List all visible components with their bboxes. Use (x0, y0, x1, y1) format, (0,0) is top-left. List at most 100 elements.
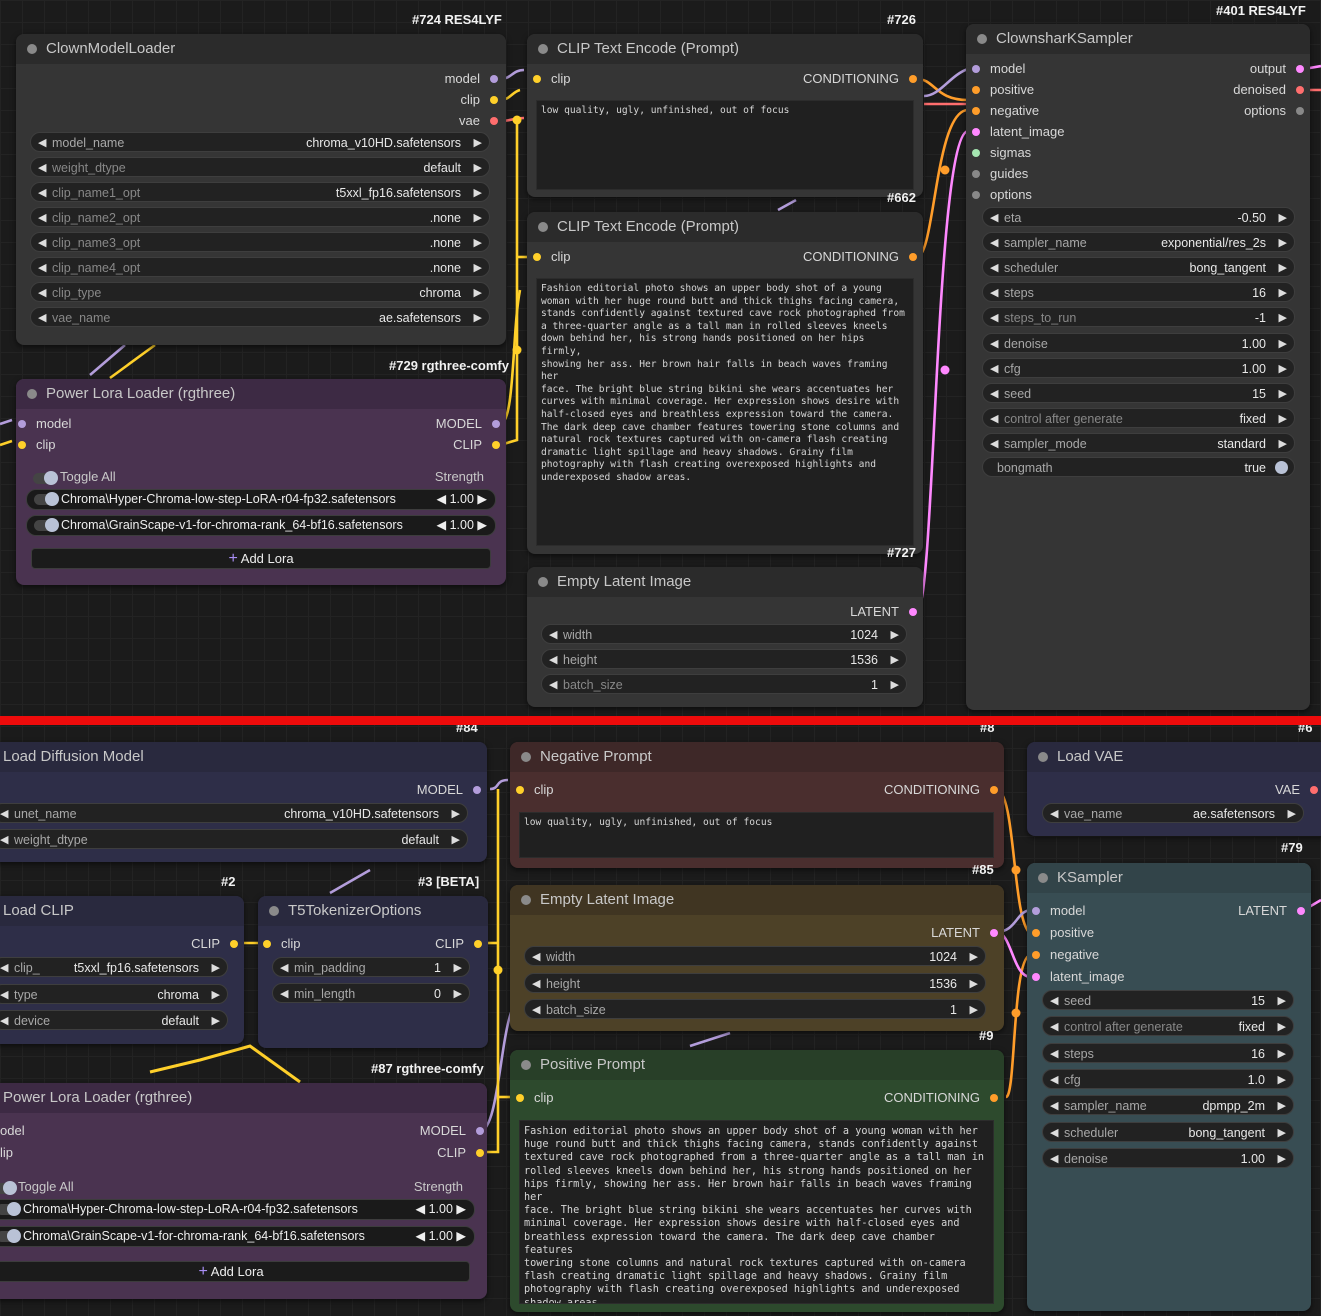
power-lora-loader-node[interactable]: Power Lora Loader (rgthree) odel lip MOD… (0, 1083, 487, 1299)
collapse-dot-icon[interactable] (269, 906, 279, 916)
widget-sampler-name[interactable]: ◀ sampler_name exponential/res_2s ▶ (982, 232, 1295, 253)
chevron-right-icon[interactable]: ▶ (212, 985, 220, 1005)
chevron-left-icon[interactable]: ◀ (1050, 1017, 1058, 1037)
strength-stepper[interactable]: ◀ 1.00 ▶ (415, 1227, 466, 1246)
chevron-right-icon[interactable]: ▶ (474, 283, 482, 303)
chevron-right-icon[interactable]: ▶ (1279, 434, 1287, 454)
widget-steps[interactable]: ◀ steps 16 ▶ (1042, 1042, 1294, 1064)
output-model[interactable]: model (445, 71, 498, 87)
input-negative[interactable]: negative (1032, 947, 1099, 963)
chevron-left-icon[interactable]: ◀ (532, 1000, 540, 1020)
widget-control-after-generate[interactable]: ◀ control after generate fixed ▶ (1042, 1016, 1294, 1037)
output-conditioning[interactable]: CONDITIONING (803, 249, 917, 265)
chevron-left-icon[interactable]: ◀ (532, 974, 540, 994)
output-conditioning[interactable]: CONDITIONING (884, 1090, 998, 1106)
strength-stepper[interactable]: ◀ 1.00 ▶ (436, 516, 487, 535)
load-clip-node[interactable]: Load CLIP CLIP ◀ clip_ t5xxl_fp16.safetens… (0, 896, 244, 1044)
empty-latent-image-node[interactable]: Empty Latent Image LATENT ◀ width 1024 ▶ ◀ he… (527, 567, 923, 707)
chevron-right-icon[interactable]: ▶ (1278, 1044, 1286, 1064)
chevron-right-icon[interactable]: ▶ (474, 233, 482, 253)
collapse-dot-icon[interactable] (538, 222, 548, 232)
widget-min-length[interactable]: ◀ min_length 0 ▶ (272, 983, 470, 1003)
chevron-right-icon[interactable]: ▶ (970, 974, 978, 994)
chevron-right-icon[interactable]: ▶ (1279, 384, 1287, 404)
output-vae[interactable]: VAE (1275, 782, 1318, 798)
bongmath-toggle[interactable]: bongmath true (982, 457, 1295, 477)
output-clip[interactable]: CLIP (437, 1145, 484, 1161)
chevron-left-icon[interactable]: ◀ (990, 283, 998, 303)
chevron-right-icon[interactable]: ▶ (1279, 334, 1287, 354)
widget-scheduler[interactable]: ◀ scheduler bong_tangent ▶ (1042, 1121, 1294, 1142)
collapse-dot-icon[interactable] (538, 577, 548, 587)
widget-control-after-generate[interactable]: ◀ control after generate fixed ▶ (982, 407, 1295, 429)
chevron-right-icon[interactable]: ▶ (1288, 804, 1296, 824)
chevron-right-icon[interactable]: ▶ (1279, 233, 1287, 253)
input-model[interactable]: model (1032, 903, 1085, 919)
chevron-left-icon[interactable]: ◀ (38, 308, 46, 328)
chevron-left-icon[interactable]: ◀ (38, 158, 46, 178)
chevron-left-icon[interactable]: ◀ (38, 258, 46, 278)
widget-model-name[interactable]: ◀ model_name chroma_v10HD.safetensors ▶ (30, 132, 490, 152)
chevron-right-icon[interactable]: ▶ (1279, 283, 1287, 303)
chevron-left-icon[interactable]: ◀ (990, 434, 998, 454)
widget-width[interactable]: ◀ width 1024 ▶ (524, 946, 986, 966)
chevron-left-icon[interactable]: ◀ (38, 133, 46, 153)
chevron-left-icon[interactable]: ◀ (1050, 1096, 1058, 1116)
widget-clip-name2-opt[interactable]: ◀ clip_name2_opt .none ▶ (30, 207, 490, 227)
output-latent[interactable]: LATENT (1238, 903, 1305, 919)
chevron-right-icon[interactable]: ▶ (1279, 308, 1287, 328)
collapse-dot-icon[interactable] (1038, 752, 1048, 762)
prompt-textarea[interactable]: Fashion editorial photo shows an upper b… (519, 1120, 994, 1304)
collapse-dot-icon[interactable] (27, 44, 37, 54)
chevron-left-icon[interactable]: ◀ (990, 208, 998, 228)
widget-seed[interactable]: ◀ seed 15 ▶ (982, 382, 1295, 404)
clown-model-loader-node[interactable]: ClownModelLoader model clip vae ◀ model_n… (16, 34, 506, 345)
widget-scheduler[interactable]: ◀ scheduler bong_tangent ▶ (982, 257, 1295, 278)
collapse-dot-icon[interactable] (27, 389, 37, 399)
output-options[interactable]: options (1244, 103, 1304, 119)
input-options[interactable]: options (972, 187, 1032, 203)
add-lora-button[interactable]: + Add Lora (31, 548, 491, 569)
output-denoised[interactable]: denoised (1233, 82, 1304, 98)
input-sigmas[interactable]: sigmas (972, 145, 1031, 161)
widget-denoise[interactable]: ◀ denoise 1.00 ▶ (982, 332, 1295, 354)
widget-weight-dtype[interactable]: ◀ weight_dtype default ▶ (0, 829, 468, 849)
chevron-left-icon[interactable]: ◀ (1050, 991, 1058, 1011)
input-clip[interactable]: clip (533, 71, 571, 87)
output-latent[interactable]: LATENT (931, 925, 998, 941)
chevron-right-icon[interactable]: ▶ (452, 830, 460, 850)
widget-steps-to-run[interactable]: ◀ steps_to_run -1 ▶ (982, 307, 1295, 328)
prompt-textarea[interactable]: low quality, ugly, unfinished, out of fo… (536, 100, 914, 190)
chevron-left-icon[interactable]: ◀ (1050, 804, 1058, 824)
clip-text-encode-negative-node[interactable]: CLIP Text Encode (Prompt) clip CONDITION… (527, 34, 923, 197)
chevron-left-icon[interactable]: ◀ (990, 409, 998, 429)
chevron-right-icon[interactable]: ▶ (474, 308, 482, 328)
chevron-left-icon[interactable]: ◀ (549, 675, 557, 695)
collapse-dot-icon[interactable] (538, 44, 548, 54)
output-model[interactable]: MODEL (417, 782, 481, 798)
input-positive[interactable]: positive (1032, 925, 1094, 941)
toggle-all-switch[interactable] (0, 1181, 17, 1195)
widget-device[interactable]: ◀ device default ▶ (0, 1010, 228, 1030)
widget-unet-name[interactable]: ◀ unet_name chroma_v10HD.safetensors ▶ (0, 803, 468, 823)
chevron-left-icon[interactable]: ◀ (990, 258, 998, 278)
input-clip[interactable]: clip (516, 1090, 554, 1106)
input-clip[interactable]: clip (18, 437, 56, 453)
input-model[interactable]: model (972, 61, 1025, 77)
chevron-right-icon[interactable]: ▶ (474, 258, 482, 278)
collapse-dot-icon[interactable] (1038, 873, 1048, 883)
chevron-left-icon[interactable]: ◀ (1050, 1149, 1058, 1169)
chevron-right-icon[interactable]: ▶ (891, 625, 899, 645)
chevron-left-icon[interactable]: ◀ (0, 1011, 8, 1031)
chevron-right-icon[interactable]: ▶ (1278, 1149, 1286, 1169)
prompt-textarea[interactable]: low quality, ugly, unfinished, out of fo… (519, 812, 994, 858)
widget-denoise[interactable]: ◀ denoise 1.00 ▶ (1042, 1147, 1294, 1169)
collapse-dot-icon[interactable] (521, 1060, 531, 1070)
chevron-left-icon[interactable]: ◀ (38, 208, 46, 228)
output-latent[interactable]: LATENT (850, 604, 917, 620)
input-latent-image[interactable]: latent_image (1032, 969, 1124, 985)
chevron-right-icon[interactable]: ▶ (970, 947, 978, 967)
widget-clip-type[interactable]: ◀ clip_type chroma ▶ (30, 282, 490, 302)
lora-row[interactable]: Chroma\Hyper-Chroma-low-step-LoRA-r04-fp… (26, 489, 496, 510)
widget-steps[interactable]: ◀ steps 16 ▶ (982, 282, 1295, 303)
